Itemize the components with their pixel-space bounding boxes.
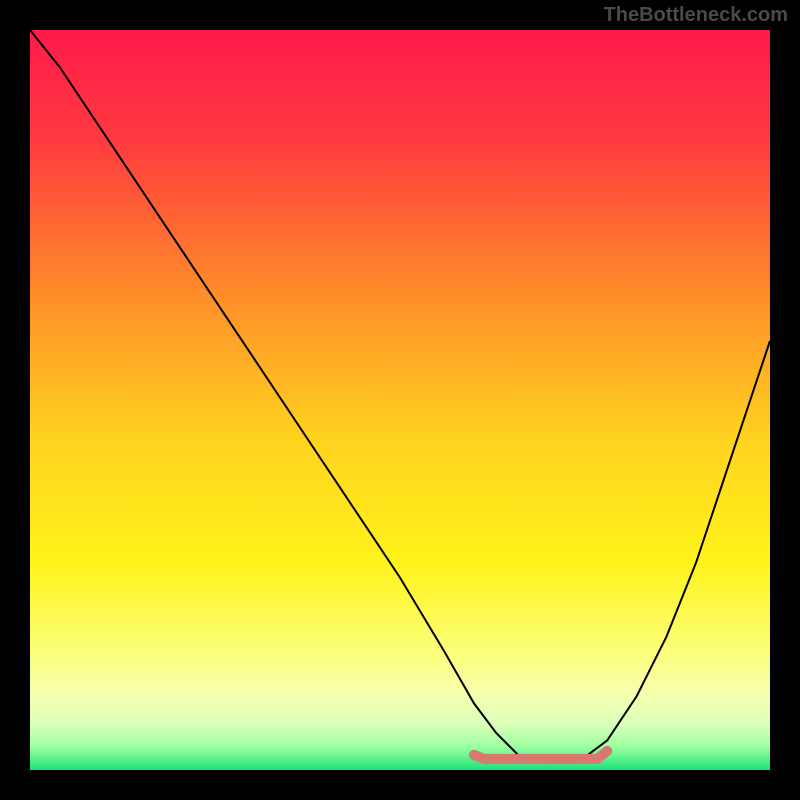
watermark-text: TheBottleneck.com [604,4,788,27]
chart-svg [30,30,770,770]
gradient-background [30,30,770,770]
plot-area [30,30,770,770]
